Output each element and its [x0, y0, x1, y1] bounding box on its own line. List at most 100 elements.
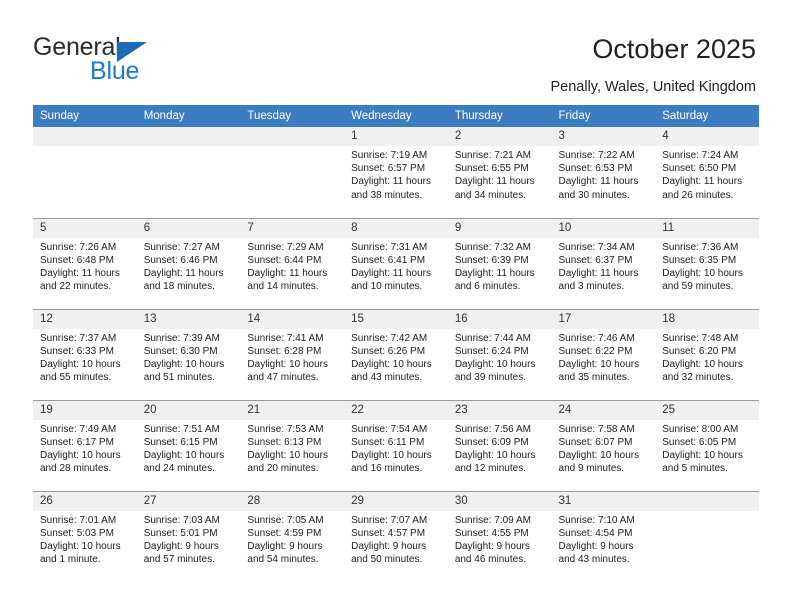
- calendar-day-cell[interactable]: 3 Sunrise: 7:22 AM Sunset: 6:53 PM Daylight…: [551, 127, 656, 218]
- day-detail-line: Daylight: 10 hours: [558, 449, 640, 461]
- day-detail-line: Daylight: 9 hours: [454, 540, 530, 552]
- day-detail-line: Sunset: 5:03 PM: [40, 527, 114, 539]
- weekday-header-tuesday: Tuesday: [240, 105, 345, 127]
- day-number: 9: [447, 218, 552, 238]
- calendar-day-cell[interactable]: 21 Sunrise: 7:53 AM Sunset: 6:13 PM Dayligh…: [240, 399, 345, 491]
- day-detail-line: Sunset: 6:22 PM: [558, 345, 633, 357]
- calendar-day-cell[interactable]: 18 Sunrise: 7:48 AM Sunset: 6:20 PM Dayligh…: [655, 308, 759, 400]
- calendar-day-cell[interactable]: 10 Sunrise: 7:34 AM Sunset: 6:37 PM Dayligh…: [551, 217, 656, 309]
- calendar-day-cell[interactable]: 1 Sunrise: 7:19 AM Sunset: 6:57 PM Daylight…: [344, 127, 448, 218]
- calendar-container: Sunday Monday Tuesday Wednesday Thursday Frid…: [33, 105, 759, 582]
- calendar-day-cell[interactable]: 15 Sunrise: 7:42 AM Sunset: 6:26 PM Dayligh…: [344, 308, 448, 400]
- day-number: 27: [136, 491, 241, 511]
- day-detail-line: Sunset: 6:28 PM: [247, 345, 322, 357]
- calendar-day-cell[interactable]: 4 Sunrise: 7:24 AM Sunset: 6:50 PM Daylight…: [655, 127, 759, 218]
- calendar-day-cell[interactable]: 13 Sunrise: 7:39 AM Sunset: 6:30 PM Dayligh…: [136, 308, 241, 400]
- day-detail-line: Daylight: 9 hours: [558, 540, 634, 552]
- calendar-day-cell[interactable]: 29 Sunrise: 7:07 AM Sunset: 4:57 PM Dayligh…: [344, 490, 448, 582]
- day-detail-line: and 30 minutes.: [558, 189, 630, 201]
- day-detail-line: and 35 minutes.: [558, 372, 630, 384]
- calendar-day-cell[interactable]: 25 Sunrise: 8:00 AM Sunset: 6:05 PM Dayligh…: [655, 399, 759, 491]
- day-sun-details: Sunrise: 7:41 AM Sunset: 6:28 PM Daylight:…: [240, 329, 344, 385]
- day-number: 11: [655, 218, 759, 238]
- calendar-day-cell[interactable]: 22 Sunrise: 7:54 AM Sunset: 6:11 PM Dayligh…: [344, 399, 448, 491]
- calendar-day-cell[interactable]: 19 Sunrise: 7:49 AM Sunset: 6:17 PM Dayligh…: [33, 399, 137, 491]
- day-number: 7: [240, 218, 345, 238]
- day-detail-line: Sunset: 6:30 PM: [143, 345, 218, 357]
- day-detail-line: Daylight: 10 hours: [40, 358, 121, 370]
- day-detail-line: and 9 minutes.: [558, 463, 625, 475]
- calendar-day-cell[interactable]: 17 Sunrise: 7:46 AM Sunset: 6:22 PM Dayligh…: [551, 308, 656, 400]
- day-detail-line: Sunrise: 7:03 AM: [143, 514, 220, 526]
- day-detail-line: Sunset: 4:55 PM: [454, 527, 529, 539]
- calendar-page: General Blue October 2025 Penally, Wales…: [0, 0, 792, 612]
- day-detail-line: and 18 minutes.: [143, 281, 215, 293]
- day-sun-details: Sunrise: 7:31 AM Sunset: 6:41 PM Daylight:…: [344, 238, 448, 294]
- day-detail-line: and 3 minutes.: [558, 281, 625, 293]
- calendar-day-cell[interactable]: 16 Sunrise: 7:44 AM Sunset: 6:24 PM Dayligh…: [447, 308, 552, 400]
- page-title: October 2025: [592, 34, 756, 64]
- calendar-day-cell[interactable]: 27 Sunrise: 7:03 AM Sunset: 5:01 PM Dayligh…: [136, 490, 241, 582]
- calendar-day-cell[interactable]: 31 Sunrise: 7:10 AM Sunset: 4:54 PM Dayligh…: [551, 490, 656, 582]
- weekday-header-wednesday: Wednesday: [344, 105, 448, 127]
- day-detail-line: and 57 minutes.: [143, 554, 215, 566]
- day-sun-details: Sunrise: 7:24 AM Sunset: 6:50 PM Daylight:…: [655, 146, 759, 202]
- day-detail-line: Daylight: 11 hours: [40, 267, 120, 279]
- calendar-day-cell[interactable]: 14 Sunrise: 7:41 AM Sunset: 6:28 PM Dayligh…: [240, 308, 345, 400]
- calendar-day-cell[interactable]: 11 Sunrise: 7:36 AM Sunset: 6:35 PM Dayligh…: [655, 217, 759, 309]
- day-detail-line: Sunrise: 7:49 AM: [40, 423, 117, 435]
- day-detail-line: and 54 minutes.: [247, 554, 319, 566]
- day-sun-details: Sunrise: 7:53 AM Sunset: 6:13 PM Daylight:…: [240, 420, 344, 476]
- day-number: 1: [344, 127, 448, 146]
- general-blue-logo[interactable]: General Blue: [33, 33, 213, 85]
- day-number: 24: [551, 400, 656, 420]
- day-detail-line: and 39 minutes.: [454, 372, 526, 384]
- calendar-day-cell[interactable]: 12 Sunrise: 7:37 AM Sunset: 6:33 PM Dayligh…: [33, 308, 137, 400]
- calendar-week-row: 5 Sunrise: 7:26 AM Sunset: 6:48 PM Daylight…: [33, 217, 759, 309]
- day-sun-details: Sunrise: 7:37 AM Sunset: 6:33 PM Daylight:…: [33, 329, 137, 385]
- calendar-day-cell[interactable]: 30 Sunrise: 7:09 AM Sunset: 4:55 PM Dayligh…: [447, 490, 552, 582]
- weekday-header-sunday: Sunday: [33, 105, 137, 127]
- day-detail-line: and 28 minutes.: [40, 463, 112, 475]
- calendar-day-cell-empty: [240, 127, 345, 218]
- day-detail-line: and 16 minutes.: [351, 463, 423, 475]
- day-detail-line: Sunset: 5:01 PM: [143, 527, 218, 539]
- day-sun-details: Sunrise: 7:10 AM Sunset: 4:54 PM Daylight:…: [552, 511, 656, 567]
- day-number: 23: [447, 400, 552, 420]
- day-detail-line: Sunset: 6:26 PM: [351, 345, 426, 357]
- day-detail-line: Sunrise: 7:01 AM: [40, 514, 117, 526]
- day-sun-details: Sunrise: 7:07 AM Sunset: 4:57 PM Daylight:…: [344, 511, 448, 567]
- calendar-day-cell[interactable]: 26 Sunrise: 7:01 AM Sunset: 5:03 PM Dayligh…: [33, 490, 137, 582]
- day-detail-line: and 47 minutes.: [247, 372, 319, 384]
- calendar-table: Sunday Monday Tuesday Wednesday Thursday Frid…: [33, 105, 759, 582]
- calendar-day-cell[interactable]: 20 Sunrise: 7:51 AM Sunset: 6:15 PM Dayligh…: [136, 399, 241, 491]
- day-detail-line: Daylight: 10 hours: [143, 358, 225, 370]
- day-detail-line: Sunset: 6:13 PM: [247, 436, 322, 448]
- calendar-day-cell[interactable]: 5 Sunrise: 7:26 AM Sunset: 6:48 PM Daylight…: [33, 217, 137, 309]
- day-detail-line: and 1 minute.: [40, 554, 101, 566]
- calendar-day-cell[interactable]: 2 Sunrise: 7:21 AM Sunset: 6:55 PM Daylight…: [447, 127, 552, 218]
- day-detail-line: Daylight: 10 hours: [662, 449, 743, 461]
- calendar-day-cell[interactable]: 6 Sunrise: 7:27 AM Sunset: 6:46 PM Daylight…: [136, 217, 241, 309]
- day-sun-details: Sunrise: 7:21 AM Sunset: 6:55 PM Daylight:…: [448, 146, 552, 202]
- day-detail-line: Sunset: 6:24 PM: [454, 345, 529, 357]
- calendar-day-cell[interactable]: 24 Sunrise: 7:58 AM Sunset: 6:07 PM Dayligh…: [551, 399, 656, 491]
- day-detail-line: Sunrise: 7:46 AM: [558, 332, 635, 344]
- day-detail-line: Sunrise: 7:07 AM: [351, 514, 428, 526]
- calendar-day-cell[interactable]: 23 Sunrise: 7:56 AM Sunset: 6:09 PM Dayligh…: [447, 399, 552, 491]
- day-detail-line: Sunrise: 7:42 AM: [351, 332, 428, 344]
- calendar-week-row: 12 Sunrise: 7:37 AM Sunset: 6:33 PM Dayligh…: [33, 308, 759, 400]
- calendar-day-cell[interactable]: 9 Sunrise: 7:32 AM Sunset: 6:39 PM Daylight…: [447, 217, 552, 309]
- day-detail-line: and 43 minutes.: [558, 554, 630, 566]
- day-detail-line: and 14 minutes.: [247, 281, 319, 293]
- calendar-day-cell[interactable]: 28 Sunrise: 7:05 AM Sunset: 4:59 PM Dayligh…: [240, 490, 345, 582]
- calendar-day-cell[interactable]: 8 Sunrise: 7:31 AM Sunset: 6:41 PM Daylight…: [344, 217, 448, 309]
- calendar-day-cell-empty: [655, 490, 759, 582]
- calendar-day-cell[interactable]: 7 Sunrise: 7:29 AM Sunset: 6:44 PM Daylight…: [240, 217, 345, 309]
- day-detail-line: Sunrise: 7:26 AM: [40, 241, 117, 253]
- day-number: 13: [136, 309, 241, 329]
- calendar-week-row: 26 Sunrise: 7:01 AM Sunset: 5:03 PM Dayligh…: [33, 490, 759, 582]
- day-detail-line: Sunrise: 7:21 AM: [454, 150, 531, 161]
- logo-text-blue: Blue: [90, 57, 140, 85]
- day-number: 22: [344, 400, 448, 420]
